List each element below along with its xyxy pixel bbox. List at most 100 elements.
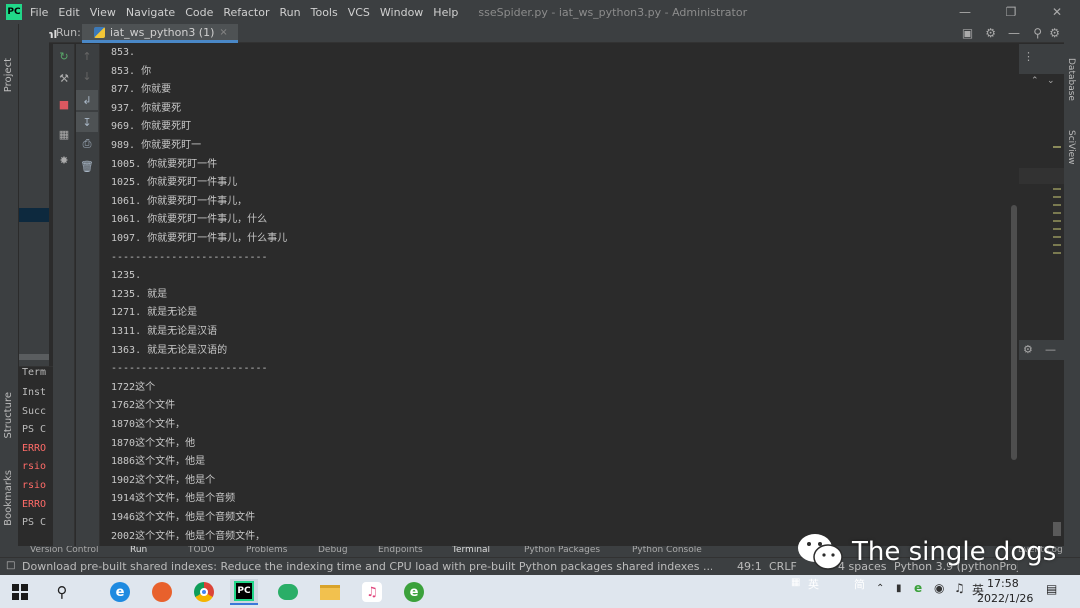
ime-mode-lang[interactable]: 英: [808, 576, 819, 592]
tool-todo[interactable]: TODO: [188, 546, 215, 555]
chevron-down-icon[interactable]: ⌄: [1047, 76, 1055, 86]
tool-terminal[interactable]: Terminal: [452, 546, 490, 555]
ie-icon[interactable]: e: [400, 579, 428, 605]
tab-run-config[interactable]: iat_ws_python3 (1) ×: [82, 24, 238, 43]
menu-window[interactable]: Window: [380, 6, 423, 19]
file-explorer-icon[interactable]: [316, 579, 344, 605]
windows-taskbar: ⚲ e PC ♫ e ⌃ ▮ e ◉ ♫ 英 17:58 2022/1/26 ▤: [0, 575, 1080, 608]
console-line: 1946这个文件，他是个音频文件: [111, 512, 256, 523]
sciview-tool-label[interactable]: SciView: [1066, 130, 1076, 165]
terminal-line: Succ: [22, 405, 47, 417]
stop-icon[interactable]: ■: [53, 94, 75, 114]
console-output[interactable]: 853. 853. 你 877. 你就要 937. 你就要死 969. 你就要死盯 989…: [101, 44, 1009, 546]
search-taskbar-icon[interactable]: ⚲: [48, 579, 76, 605]
soft-wrap-icon[interactable]: ↲: [76, 90, 98, 110]
horizontal-scrollbar[interactable]: [19, 354, 49, 360]
menu-code[interactable]: Code: [185, 6, 213, 19]
gear-icon[interactable]: ⚙: [985, 26, 996, 40]
battery-icon[interactable]: ▮: [896, 583, 902, 594]
terminal-line: ERRO: [22, 442, 47, 454]
watermark-text: The single dogs: [852, 537, 1057, 567]
tool-run[interactable]: Run: [130, 546, 147, 555]
windows-start-icon[interactable]: [6, 579, 34, 605]
wifi-icon[interactable]: ◉: [934, 581, 944, 595]
tool-problems[interactable]: Problems: [246, 546, 287, 555]
search-icon[interactable]: ⚲: [1033, 26, 1042, 40]
volume-icon[interactable]: ♫: [954, 581, 965, 595]
scroll-to-end-icon[interactable]: ↧: [76, 112, 98, 132]
minimize-icon[interactable]: —: [942, 0, 988, 24]
tool-python-packages[interactable]: Python Packages: [524, 546, 600, 555]
tool-debug[interactable]: Debug: [318, 546, 348, 555]
rerun-icon[interactable]: ↻: [53, 46, 75, 66]
layout-icon[interactable]: ▣: [962, 26, 973, 40]
clock-time[interactable]: 17:58: [987, 577, 1019, 590]
right-tool-strip: Database SciView: [1064, 24, 1080, 546]
layout-grid-icon[interactable]: ▦: [53, 124, 75, 144]
menu-tools[interactable]: Tools: [311, 6, 338, 19]
itunes-icon[interactable]: ♫: [358, 579, 386, 605]
app-orange-icon[interactable]: [148, 579, 176, 605]
structure-tool-label[interactable]: Structure: [3, 392, 14, 439]
panel-hide-icon[interactable]: —: [1045, 343, 1056, 356]
edge-icon[interactable]: e: [106, 579, 134, 605]
wechat-icon[interactable]: [274, 579, 302, 605]
line-separator[interactable]: CRLF: [769, 560, 797, 573]
run-label: Run:: [56, 26, 81, 39]
console-line: 1061. 你就要死盯一件事儿，: [111, 195, 248, 207]
chevron-up-icon[interactable]: ⌃: [1031, 76, 1039, 86]
notification-icon[interactable]: ▤: [1046, 582, 1057, 596]
console-line: --------------------------: [111, 363, 268, 375]
tray-app-icon[interactable]: e: [914, 581, 922, 595]
clock-date[interactable]: 2022/1/26: [977, 592, 1033, 605]
terminal-line: rsio: [22, 480, 47, 491]
tray-chevron-icon[interactable]: ⌃: [876, 583, 884, 594]
pin-icon[interactable]: ✸: [53, 150, 75, 170]
console-line: 989. 你就要死盯一: [111, 140, 202, 151]
menu-file[interactable]: File: [30, 6, 48, 19]
menu-help[interactable]: Help: [433, 6, 458, 19]
window-title: sseSpider.py - iat_ws_python3.py - Admin…: [478, 5, 748, 19]
database-tool-label[interactable]: Database: [1066, 58, 1076, 101]
menu-refactor[interactable]: Refactor: [223, 6, 269, 19]
caret-position[interactable]: 49:1: [737, 560, 762, 573]
ime-mode[interactable]: 简: [854, 576, 865, 592]
menu-run[interactable]: Run: [280, 6, 301, 19]
terminal-line: Inst: [22, 387, 47, 398]
bookmarks-tool-label[interactable]: Bookmarks: [3, 470, 14, 526]
arrow-down-icon[interactable]: ↓: [76, 66, 98, 86]
console-line: 1886这个文件，他是: [111, 456, 206, 468]
ime-box-icon[interactable]: ▦: [791, 577, 800, 588]
status-message[interactable]: Download pre-built shared indexes: Reduc…: [22, 560, 712, 573]
close-tab-icon[interactable]: ×: [219, 27, 227, 38]
print-icon[interactable]: ⎙: [76, 134, 98, 154]
close-icon[interactable]: ✕: [1034, 0, 1080, 24]
panel-gear-icon[interactable]: ⚙: [1023, 343, 1033, 356]
terminal-title[interactable]: Term: [22, 367, 46, 378]
tool-python-console[interactable]: Python Console: [632, 546, 702, 555]
console-scrollbar-thumb[interactable]: [1011, 205, 1017, 460]
more-icon[interactable]: ⋮: [1023, 50, 1034, 63]
menu-navigate[interactable]: Navigate: [126, 6, 175, 19]
chrome-icon[interactable]: [190, 579, 218, 605]
arrow-up-icon[interactable]: ↑: [76, 46, 98, 66]
settings-icon[interactable]: ⚙: [1049, 26, 1060, 40]
menu-view[interactable]: View: [90, 6, 116, 19]
wrench-icon[interactable]: ⚒: [53, 68, 75, 88]
pycharm-taskbar-icon[interactable]: PC: [230, 579, 258, 605]
restore-icon[interactable]: ❐: [988, 0, 1034, 24]
tool-endpoints[interactable]: Endpoints: [378, 546, 423, 555]
menu-vcs[interactable]: VCS: [348, 6, 370, 19]
project-tool-label[interactable]: Project: [3, 58, 14, 92]
tool-version-control[interactable]: Version Control: [30, 546, 99, 555]
hide-panel-icon[interactable]: —: [1008, 26, 1020, 40]
console-line: 969. 你就要死盯: [111, 121, 192, 133]
selected-tree-row[interactable]: [19, 208, 49, 222]
wechat-logo-icon: [798, 534, 843, 570]
menu-edit[interactable]: Edit: [58, 6, 79, 19]
status-square-icon[interactable]: □: [6, 560, 15, 571]
trash-icon[interactable]: 🗑: [76, 156, 98, 176]
terminal-panel: Term Inst Succ PS C ERRO rsio rsio ERRO PS C: [19, 366, 53, 546]
console-line: 1311. 就是无论是汉语: [111, 326, 218, 337]
console-line: 1271. 就是无论是: [111, 307, 198, 319]
